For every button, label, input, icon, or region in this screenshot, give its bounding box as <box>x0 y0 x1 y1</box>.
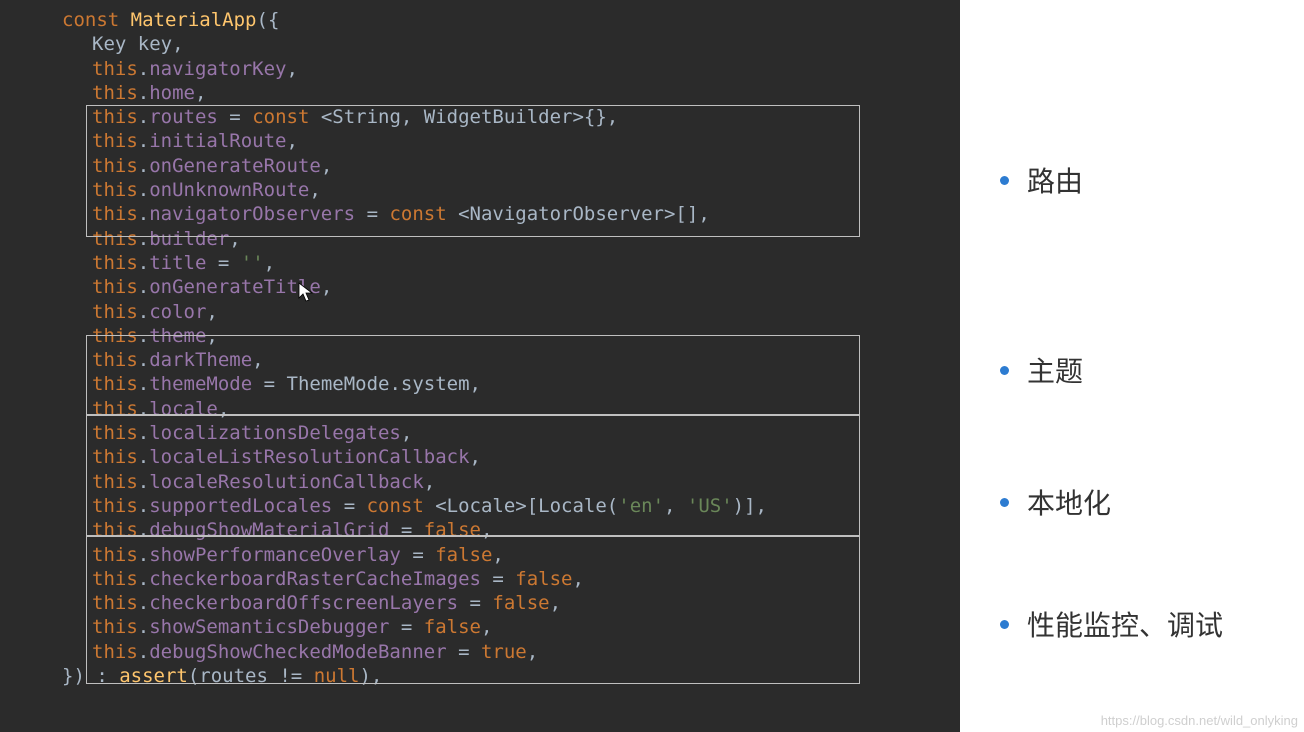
page-root: const MaterialApp({ Key key, this.naviga… <box>0 0 1304 732</box>
code-line-2: Key key, <box>0 32 960 56</box>
code-line-19: this.localeListResolutionCallback, <box>0 445 960 469</box>
annotation-label: 主题 <box>1027 350 1083 390</box>
code-line-13: this.color, <box>0 300 960 324</box>
code-line-5: this.routes = const <String, WidgetBuild… <box>0 105 960 129</box>
code-line-10: this.builder, <box>0 227 960 251</box>
code-line-4: this.home, <box>0 81 960 105</box>
keyword-const: const <box>62 9 119 31</box>
code-line-21: this.supportedLocales = const <Locale>[L… <box>0 494 960 518</box>
bullet-icon <box>1000 176 1009 185</box>
code-line-17: this.locale, <box>0 397 960 421</box>
annotation-debug: 性能监控、调试 <box>1000 604 1223 644</box>
watermark: https://blog.csdn.net/wild_onlyking <box>1101 713 1298 728</box>
annotation-locale: 本地化 <box>1000 482 1111 522</box>
annotation-label: 本地化 <box>1027 482 1111 522</box>
annotation-label: 路由 <box>1027 160 1083 200</box>
code-line-28: }) : assert(routes != null), <box>0 664 960 688</box>
code-line-1: const MaterialApp({ <box>0 8 960 32</box>
code-line-18: this.localizationsDelegates, <box>0 421 960 445</box>
bullet-icon <box>1000 620 1009 629</box>
code-line-12: this.onGenerateTitle, <box>0 275 960 299</box>
code-line-6: this.initialRoute, <box>0 129 960 153</box>
code-line-15: this.darkTheme, <box>0 348 960 372</box>
annotation-theme: 主题 <box>1000 350 1083 390</box>
code-line-22: this.debugShowMaterialGrid = false, <box>0 518 960 542</box>
annotation-label: 性能监控、调试 <box>1027 604 1223 644</box>
annotation-panel: 路由 主题 本地化 性能监控、调试 https://blog.csdn.net/… <box>960 0 1304 732</box>
code-line-23: this.showPerformanceOverlay = false, <box>0 543 960 567</box>
code-line-24: this.checkerboardRasterCacheImages = fal… <box>0 567 960 591</box>
annotation-routes: 路由 <box>1000 160 1083 200</box>
code-line-8: this.onUnknownRoute, <box>0 178 960 202</box>
code-line-14: this.theme, <box>0 324 960 348</box>
bullet-icon <box>1000 498 1009 507</box>
code-line-9: this.navigatorObservers = const <Navigat… <box>0 202 960 226</box>
bullet-icon <box>1000 366 1009 375</box>
code-line-3: this.navigatorKey, <box>0 57 960 81</box>
code-line-7: this.onGenerateRoute, <box>0 154 960 178</box>
code-line-25: this.checkerboardOffscreenLayers = false… <box>0 591 960 615</box>
class-name: MaterialApp <box>131 9 257 31</box>
code-line-11: this.title = '', <box>0 251 960 275</box>
code-line-26: this.showSemanticsDebugger = false, <box>0 615 960 639</box>
code-line-20: this.localeResolutionCallback, <box>0 470 960 494</box>
code-line-16: this.themeMode = ThemeMode.system, <box>0 372 960 396</box>
code-editor[interactable]: const MaterialApp({ Key key, this.naviga… <box>0 0 960 732</box>
code-line-27: this.debugShowCheckedModeBanner = true, <box>0 640 960 664</box>
